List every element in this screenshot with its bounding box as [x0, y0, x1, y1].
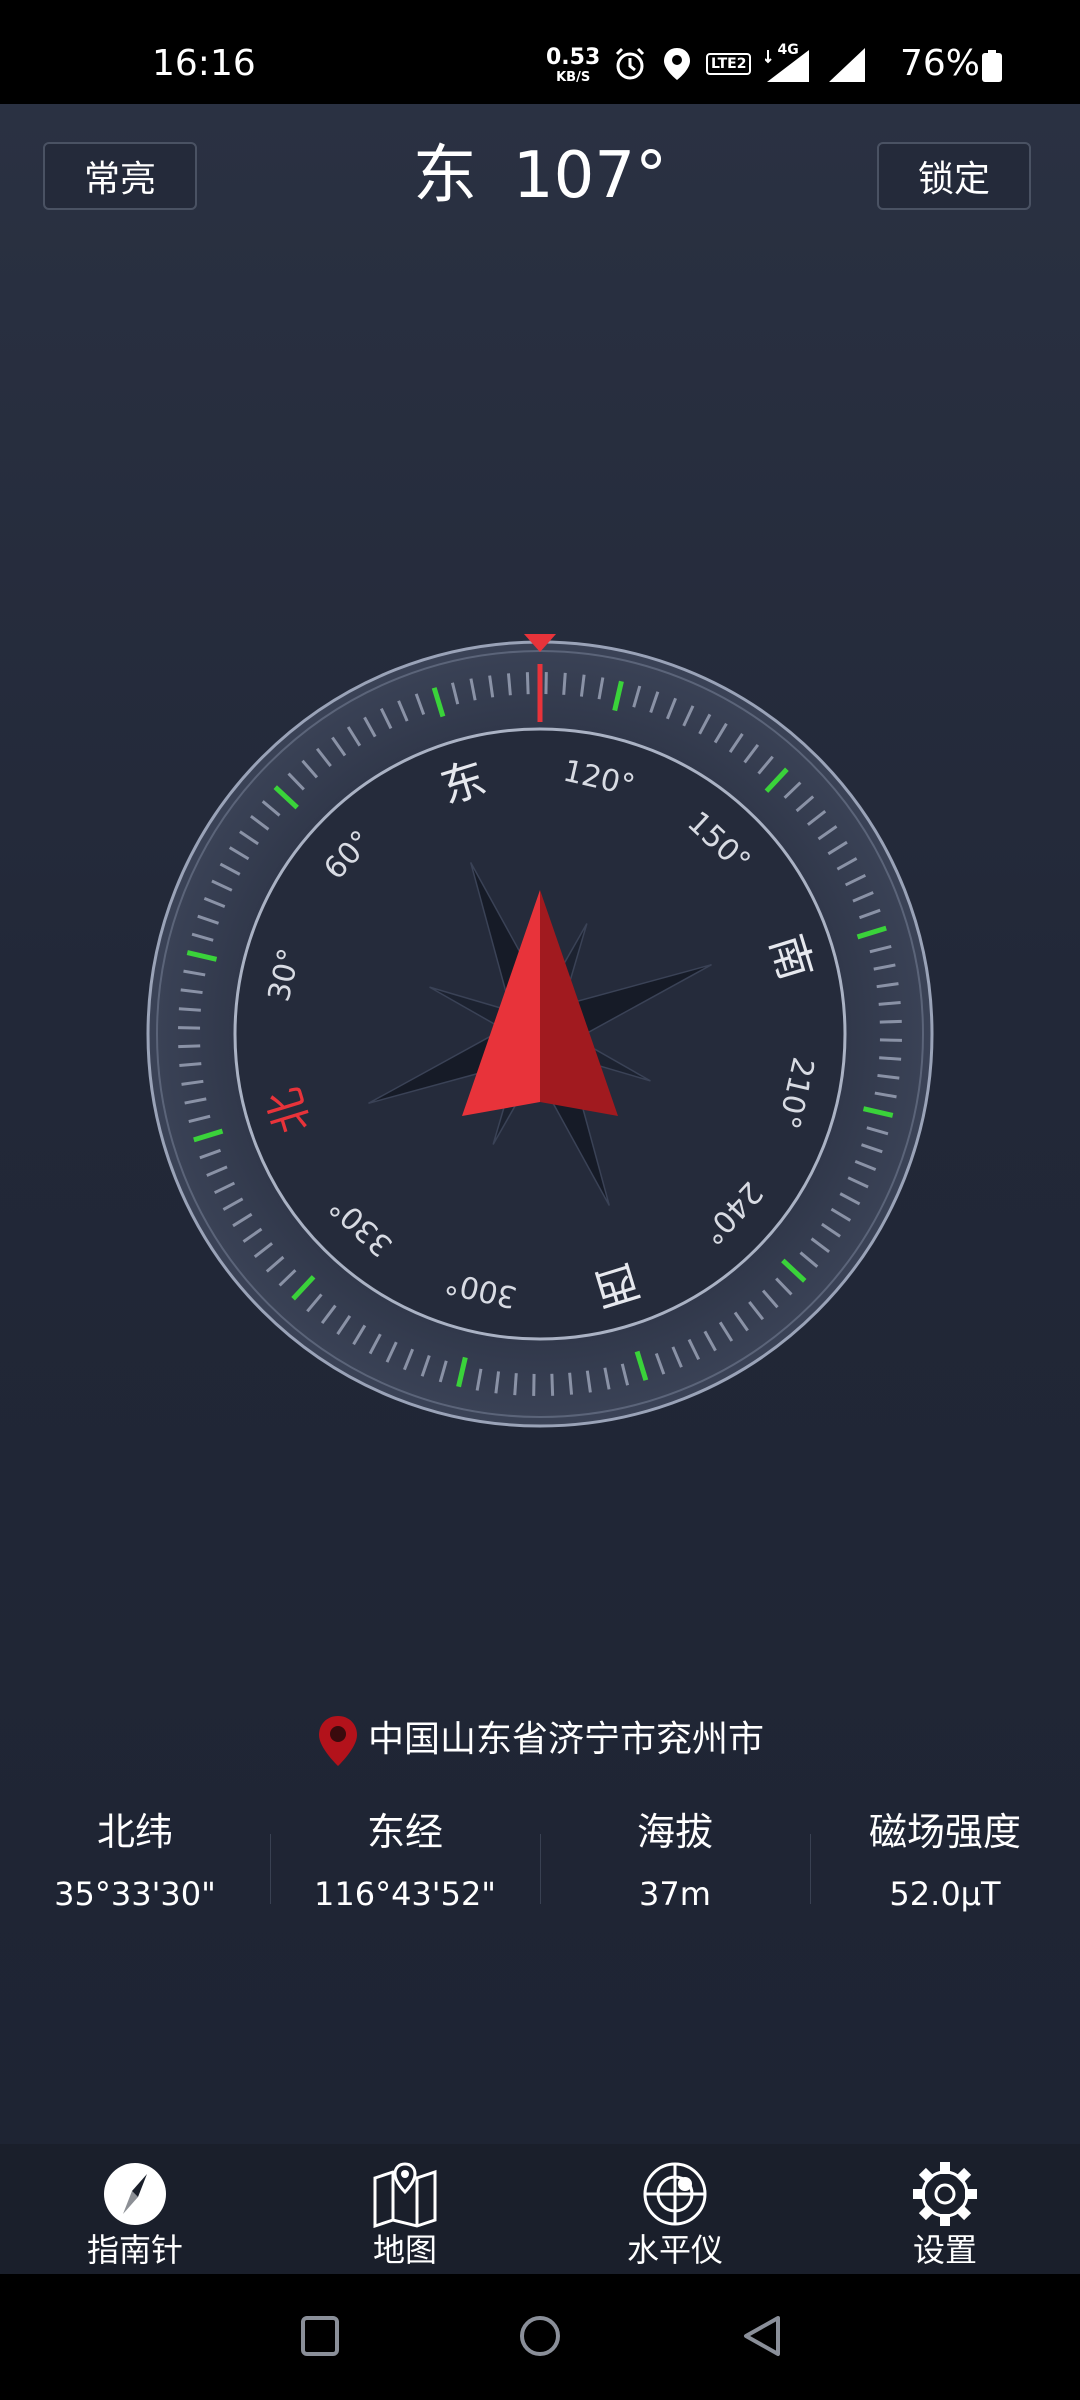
circle-icon — [520, 2316, 560, 2356]
minor-tick — [525, 672, 530, 695]
stat-value: 37m — [639, 1875, 711, 1913]
location-pin-icon — [318, 1716, 357, 1766]
location-address: 中国山东省济宁市兖州市 — [367, 1719, 764, 1760]
minor-tick — [178, 1044, 201, 1049]
location-row: 中国山东省济宁市兖州市 — [0, 1714, 1080, 1768]
network-speed-unit: KB/S — [556, 70, 591, 85]
signal-icon — [829, 48, 866, 82]
nav-item-level[interactable]: 水平仪 — [540, 2144, 810, 2274]
nav-label: 水平仪 — [626, 2231, 723, 2269]
minor-tick — [562, 672, 567, 695]
minor-tick — [178, 1007, 201, 1012]
stat-magnetic-field: 磁场强度 52.0μT — [810, 1804, 1080, 1922]
heading-direction: 东 — [412, 139, 477, 213]
status-icons: LTE2 4G — [612, 42, 867, 84]
minor-tick — [550, 1373, 555, 1396]
minor-tick — [878, 1000, 901, 1006]
back-triangle-icon — [744, 2316, 780, 2356]
stat-altitude: 海拔 37m — [540, 1804, 810, 1922]
minor-tick — [513, 1373, 518, 1396]
nav-item-settings[interactable]: 设置 — [810, 2144, 1080, 2274]
status-bar: 16:16 0.53 KB/S LTE2 4G 76% — [0, 0, 1080, 104]
minor-tick — [506, 673, 512, 696]
minor-tick — [879, 1056, 902, 1061]
minor-tick — [879, 1019, 902, 1024]
battery-percentage: 76% — [900, 43, 981, 84]
map-icon — [373, 2162, 437, 2228]
stat-label: 海拔 — [636, 1810, 713, 1854]
status-time: 16:16 — [152, 43, 256, 84]
network-type: 4G — [777, 42, 799, 58]
compass-app: 常亮 东 107° 锁定 北东南西 30° 60° 120° 150° 210° 240° 30… — [0, 104, 1080, 2144]
minor-tick — [568, 1372, 574, 1395]
home-button[interactable] — [518, 2314, 562, 2362]
stat-longitude: 东经 116°43'52" — [270, 1804, 540, 1922]
battery-icon — [982, 50, 1002, 82]
heading-degrees: 107° — [512, 139, 668, 213]
stat-latitude: 北纬 35°33'30" — [0, 1804, 270, 1922]
nav-label: 设置 — [912, 2231, 977, 2269]
network-speed: 0.53 KB/S — [546, 45, 601, 88]
back-button[interactable] — [740, 2314, 784, 2362]
stat-label: 东经 — [366, 1810, 443, 1854]
gear-icon — [913, 2162, 977, 2226]
level-icon — [643, 2162, 707, 2226]
minor-tick — [179, 1062, 202, 1068]
lock-button[interactable]: 锁定 — [877, 142, 1031, 210]
compass-icon — [104, 2163, 166, 2225]
compass-dial: 北东南西30°60°120°150°210°240°300°330° — [146, 634, 934, 1428]
stat-label: 北纬 — [96, 1810, 173, 1854]
bottom-nav: 指南针 地图 水平仪 设置 — [0, 2144, 1080, 2274]
nav-item-compass[interactable]: 指南针 — [0, 2144, 270, 2274]
network-speed-value: 0.53 — [546, 45, 601, 70]
square-icon — [301, 2316, 339, 2356]
stat-value: 35°33'30" — [54, 1875, 216, 1913]
lte-badge: LTE2 — [706, 53, 752, 75]
nav-label: 地图 — [372, 2231, 437, 2269]
stats-row: 北纬 35°33'30" 东经 116°43'52" 海拔 37m 磁场强度 5… — [0, 1804, 1080, 1922]
stat-label: 磁场强度 — [868, 1810, 1021, 1854]
alarm-icon — [615, 47, 645, 80]
system-nav-bar — [0, 2274, 1080, 2400]
nav-item-map[interactable]: 地图 — [270, 2144, 540, 2274]
signal-4g-icon: 4G — [764, 42, 813, 82]
recents-button[interactable] — [300, 2314, 340, 2362]
stat-value: 52.0μT — [889, 1875, 1001, 1913]
nav-label: 指南针 — [86, 2231, 183, 2269]
stat-value: 116°43'52" — [313, 1875, 497, 1913]
location-icon — [664, 48, 690, 80]
